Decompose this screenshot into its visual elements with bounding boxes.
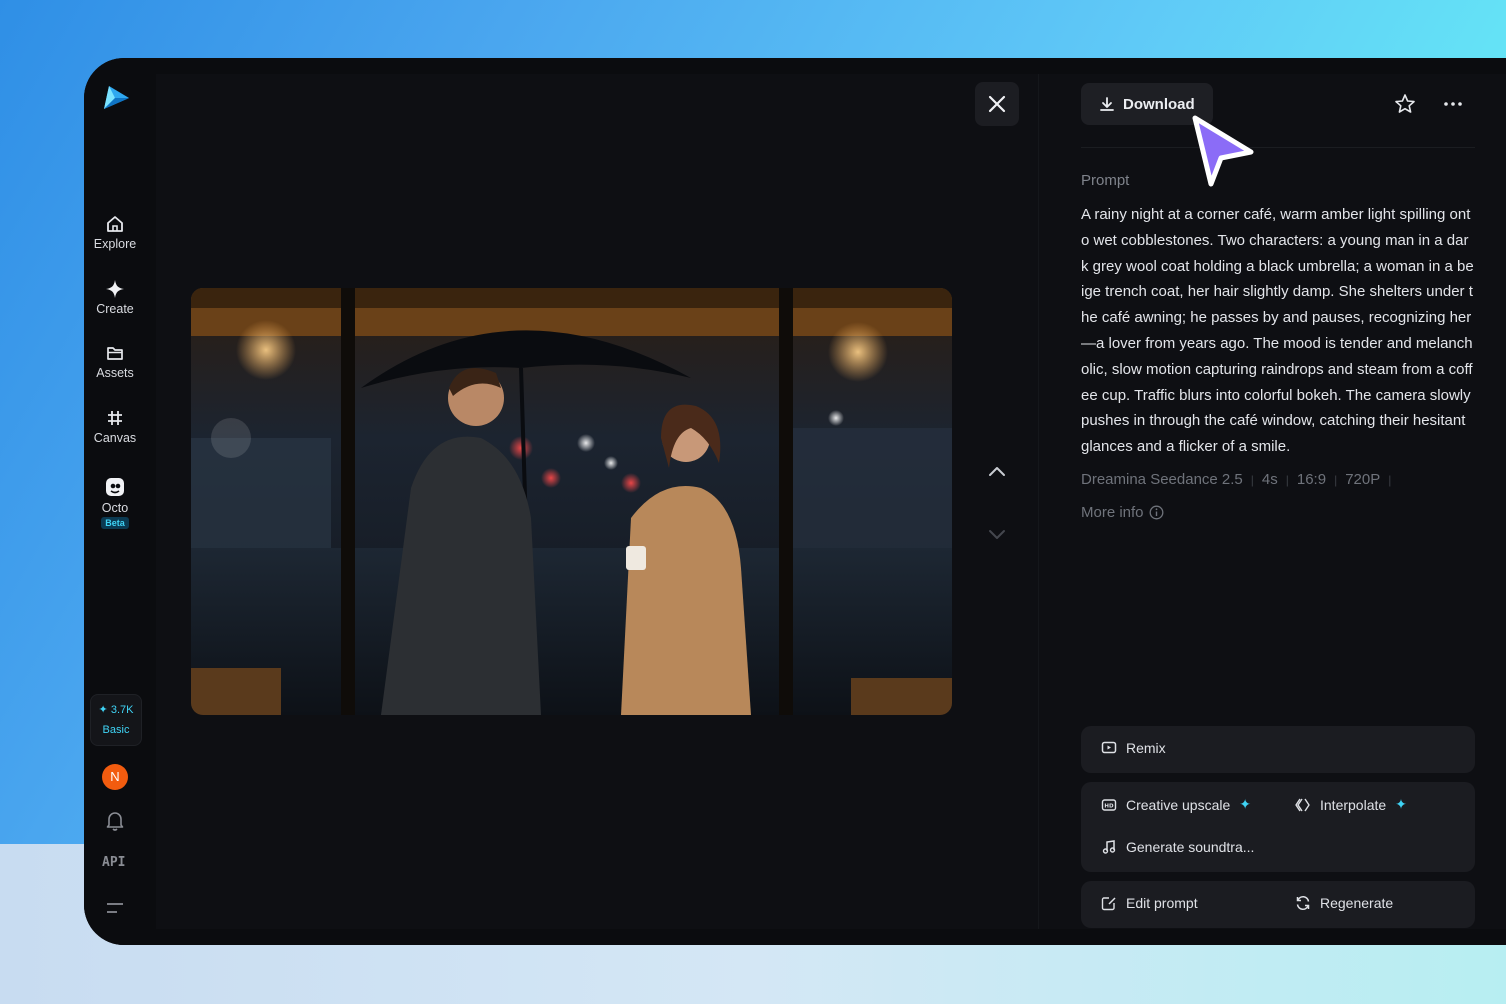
meta-resolution: 720P xyxy=(1345,471,1381,488)
video-preview[interactable] xyxy=(191,288,952,715)
home-icon xyxy=(107,216,123,232)
meta-ratio: 16:9 xyxy=(1296,471,1327,488)
more-options-icon[interactable] xyxy=(1442,93,1464,115)
bell-icon[interactable] xyxy=(105,810,125,832)
next-arrow-icon[interactable] xyxy=(987,524,1007,544)
hd-icon: HD xyxy=(1101,798,1117,811)
prompt-actions-card: Edit prompt Regenerate xyxy=(1081,881,1475,928)
download-label: Download xyxy=(1123,95,1195,113)
beta-badge: Beta xyxy=(101,517,129,529)
remix-label: Remix xyxy=(1126,740,1166,756)
creative-upscale-button[interactable]: HD Creative upscale ✦ xyxy=(1101,796,1251,813)
sidebar-item-assets[interactable]: Assets xyxy=(84,343,146,380)
folder-icon xyxy=(107,347,123,360)
sidebar-item-label: Canvas xyxy=(93,431,137,445)
refresh-icon xyxy=(1296,895,1310,911)
sidebar: Explore Create Assets Canvas Octo Beta ✦… xyxy=(84,58,156,945)
more-info-link[interactable]: More info xyxy=(1081,504,1164,521)
close-icon xyxy=(988,95,1006,113)
remix-card: Remix xyxy=(1081,726,1475,773)
remix-button[interactable]: Remix xyxy=(1101,740,1166,756)
prompt-label: Prompt xyxy=(1081,172,1130,189)
creative-upscale-label: Creative upscale xyxy=(1126,796,1231,813)
sidebar-item-label: Explore xyxy=(93,237,137,251)
credits-amount: ✦ 3.7K xyxy=(98,704,134,716)
close-button[interactable] xyxy=(975,82,1019,126)
video-frame xyxy=(191,288,952,715)
interpolate-button[interactable]: Interpolate ✦ xyxy=(1295,796,1407,813)
meta-separator: | xyxy=(1388,472,1392,487)
star-icon[interactable] xyxy=(1394,93,1416,115)
details-panel: Download Prompt A rainy night at a corne… xyxy=(1081,58,1475,945)
generation-meta: Dreamina Seedance 2.5 | 4s | 16:9 | 720P… xyxy=(1081,471,1391,488)
app-window: Explore Create Assets Canvas Octo Beta ✦… xyxy=(84,58,1506,945)
edit-prompt-label: Edit prompt xyxy=(1126,895,1198,911)
regenerate-label: Regenerate xyxy=(1320,895,1394,911)
octo-icon xyxy=(106,478,124,496)
edit-prompt-button[interactable]: Edit prompt xyxy=(1101,895,1198,911)
meta-model: Dreamina Seedance 2.5 xyxy=(1081,471,1243,488)
remix-icon xyxy=(1101,741,1117,754)
credits-widget[interactable]: ✦ 3.7K Basic xyxy=(90,694,142,746)
sidebar-item-label: Assets xyxy=(96,366,134,380)
meta-separator: | xyxy=(1250,472,1254,487)
regenerate-button[interactable]: Regenerate xyxy=(1295,895,1393,911)
sidebar-item-create[interactable]: Create xyxy=(84,279,146,316)
interpolate-label: Interpolate xyxy=(1320,796,1387,813)
panel-divider xyxy=(1081,147,1475,148)
enhance-card: HD Creative upscale ✦ Interpolate ✦ Gene… xyxy=(1081,782,1475,872)
svg-text:HD: HD xyxy=(1104,803,1114,809)
sparkle-icon: ✦ xyxy=(1395,796,1407,812)
plan-label: Basic xyxy=(102,724,130,736)
info-icon xyxy=(1149,505,1163,520)
api-link[interactable]: API xyxy=(102,855,125,870)
interpolate-icon xyxy=(1295,798,1310,811)
app-logo-icon[interactable] xyxy=(101,82,131,112)
meta-duration: 4s xyxy=(1261,471,1278,488)
sidebar-item-explore[interactable]: Explore xyxy=(84,214,146,251)
more-info-label: More info xyxy=(1081,504,1144,521)
sidebar-item-octo[interactable]: Octo Beta xyxy=(84,476,146,529)
meta-separator: | xyxy=(1285,472,1289,487)
sparkle-icon: ✦ xyxy=(1239,796,1252,812)
sidebar-item-label: Create xyxy=(96,302,134,316)
avatar[interactable]: N xyxy=(102,764,128,790)
generate-soundtrack-button[interactable]: Generate soundtra... xyxy=(1101,839,1254,855)
grid-icon xyxy=(108,411,122,425)
pointer-cursor-icon xyxy=(1192,115,1254,187)
menu-icon[interactable] xyxy=(106,901,124,915)
music-note-icon xyxy=(1102,840,1116,854)
sidebar-item-canvas[interactable]: Canvas xyxy=(84,408,146,445)
sparkle-icon xyxy=(106,280,124,298)
previous-arrow-icon[interactable] xyxy=(987,462,1007,482)
panel-divider-vertical xyxy=(1038,74,1039,929)
generate-soundtrack-label: Generate soundtra... xyxy=(1126,839,1255,855)
edit-icon xyxy=(1101,897,1116,911)
sidebar-item-label: Octo xyxy=(101,501,129,515)
download-icon xyxy=(1100,97,1114,111)
prompt-text: A rainy night at a corner café, warm amb… xyxy=(1081,206,1474,456)
meta-separator: | xyxy=(1334,472,1338,487)
